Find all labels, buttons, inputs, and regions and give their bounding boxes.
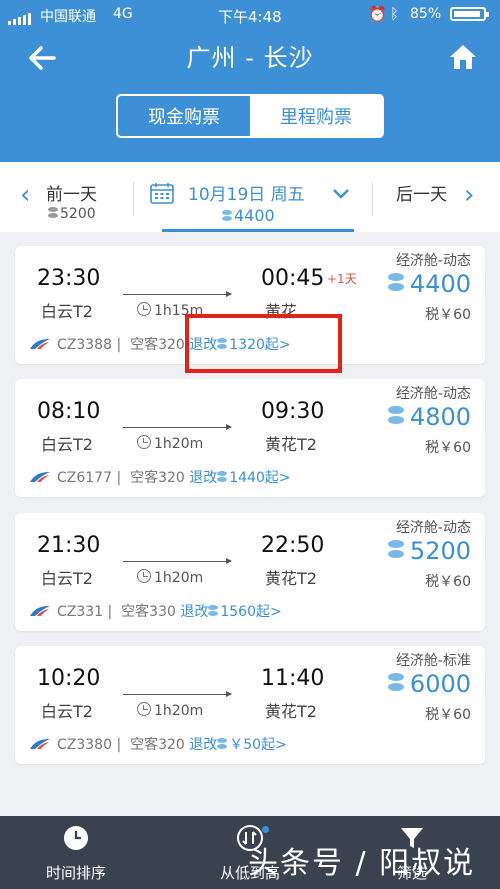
arrival-time: 11:40	[261, 666, 325, 691]
current-day-label: 10月19日 周五	[188, 185, 305, 205]
highlight-box	[185, 314, 342, 373]
cabin-class: 经济舱-动态	[395, 253, 471, 269]
miles-icon	[387, 273, 404, 293]
carrier-text: 中国联通	[40, 9, 96, 25]
route-arrow	[123, 558, 232, 564]
chevron-down-icon	[333, 189, 349, 199]
flight-card[interactable]: 08:10 白云T2 1h20m 09:30 黄花T2 经济舱-动态 4800 …	[15, 379, 485, 497]
airline-logo-icon	[30, 472, 50, 482]
miles-price: 6000	[387, 670, 471, 698]
divider	[133, 182, 134, 216]
flight-duration: 1h20m	[137, 569, 203, 586]
flight-duration: 1h20m	[137, 702, 203, 719]
miles-icon	[217, 471, 228, 483]
miles-icon	[387, 406, 404, 426]
alarm-icon: ⏰	[368, 5, 387, 23]
divider	[372, 182, 373, 216]
miles-price: 5200	[387, 537, 471, 565]
tax-amount: 税￥60	[425, 307, 471, 323]
page-title: 广州 - 长沙	[186, 44, 314, 72]
prev-day-label: 前一天	[46, 185, 97, 205]
miles-icon	[222, 210, 232, 222]
bluetooth-icon: ᛒ	[390, 5, 400, 23]
arrival-time: 09:30	[261, 399, 325, 424]
clock-icon	[137, 702, 151, 716]
airline-logo-icon	[30, 339, 50, 349]
sort-by-time-button[interactable]: 时间排序	[16, 824, 136, 883]
clock-icon	[137, 302, 151, 316]
departure-airport: 白云T2	[41, 702, 93, 721]
signal-icon	[8, 9, 33, 25]
miles-icon	[217, 738, 228, 750]
refund-change-link[interactable]: 退改 1440起>	[189, 470, 290, 486]
sort-by-time-label: 时间排序	[45, 864, 106, 882]
clock-icon	[137, 569, 151, 583]
next-day-label: 后一天	[396, 185, 447, 205]
clock-icon	[64, 826, 88, 850]
departure-time: 23:30	[37, 266, 101, 291]
arrival-time: 00:45	[261, 266, 325, 291]
miles-icon	[387, 540, 404, 560]
miles-icon	[48, 207, 58, 219]
arrival-airport: 黄花T2	[265, 435, 317, 454]
purchase-mode-toggle: 现金购票 里程购票	[116, 94, 384, 138]
miles-icon	[387, 673, 404, 693]
arrival-time: 22:50	[261, 533, 325, 558]
refund-change-link[interactable]: 退改 1560起>	[180, 604, 281, 620]
prev-day-price: 5200	[48, 206, 96, 222]
flight-card[interactable]: 21:30 白云T2 1h20m 22:50 黄花T2 经济舱-动态 5200 …	[15, 513, 485, 631]
current-day-price: 4400	[222, 206, 275, 225]
tax-amount: 税￥60	[425, 440, 471, 456]
cabin-class: 经济舱-动态	[395, 386, 471, 402]
battery-percent: 85%	[410, 6, 442, 22]
next-day-badge: +1天	[327, 272, 357, 286]
flight-info: CZ331 | 空客330 退改 1560起>	[29, 601, 282, 621]
airline-logo-icon	[30, 739, 50, 749]
clock-time: 下午4:48	[218, 8, 282, 26]
flight-card[interactable]: 10:20 白云T2 1h20m 11:40 黄花T2 经济舱-标准 6000 …	[15, 646, 485, 764]
airline-logo-icon	[30, 606, 50, 616]
network-type: 4G	[113, 6, 133, 22]
departure-airport: 白云T2	[41, 435, 93, 454]
active-dot	[262, 826, 269, 833]
cabin-class: 经济舱-标准	[395, 653, 471, 669]
route-arrow	[123, 291, 232, 297]
current-day-indicator	[162, 229, 354, 232]
clock-icon	[137, 435, 151, 449]
arrival-airport: 黄花T2	[265, 702, 317, 721]
departure-time: 08:10	[37, 399, 101, 424]
route-arrow	[123, 424, 232, 430]
departure-airport: 白云T2	[41, 302, 93, 321]
next-day-button[interactable]: 后一天 ›	[380, 178, 490, 226]
flight-info: CZ3380 | 空客320 退改 ￥50起>	[29, 734, 287, 754]
departure-airport: 白云T2	[41, 569, 93, 588]
tab-miles-purchase[interactable]: 里程购票	[250, 96, 382, 136]
refund-change-link[interactable]: 退改 ￥50起>	[189, 737, 287, 753]
prev-day-button[interactable]: ‹ 前一天 5200	[18, 178, 138, 226]
flight-duration: 1h20m	[137, 435, 203, 452]
arrival-airport: 黄花T2	[265, 569, 317, 588]
miles-price: 4400	[387, 270, 471, 298]
tax-amount: 税￥60	[425, 574, 471, 590]
route-arrow	[123, 691, 232, 697]
status-bar: 中国联通 4G 下午4:48 ⏰ ᛒ 85%	[0, 0, 500, 28]
home-icon	[450, 45, 476, 69]
battery-icon	[450, 7, 489, 21]
calendar-icon	[150, 183, 174, 204]
tax-amount: 税￥60	[425, 707, 471, 723]
home-button[interactable]	[446, 40, 480, 74]
current-day-button[interactable]: 10月19日 周五 4400	[146, 170, 368, 232]
flight-info: CZ6177 | 空客320 退改 1440起>	[29, 467, 291, 487]
cabin-class: 经济舱-动态	[395, 520, 471, 536]
watermark: 头条号 / 阳叔说	[248, 846, 476, 881]
miles-price: 4800	[387, 403, 471, 431]
miles-icon	[208, 605, 219, 617]
departure-time: 10:20	[37, 666, 101, 691]
departure-time: 21:30	[37, 533, 101, 558]
tab-cash-purchase[interactable]: 现金购票	[118, 96, 250, 136]
chevron-left-icon: ‹	[20, 180, 31, 210]
chevron-right-icon: ›	[464, 180, 475, 210]
